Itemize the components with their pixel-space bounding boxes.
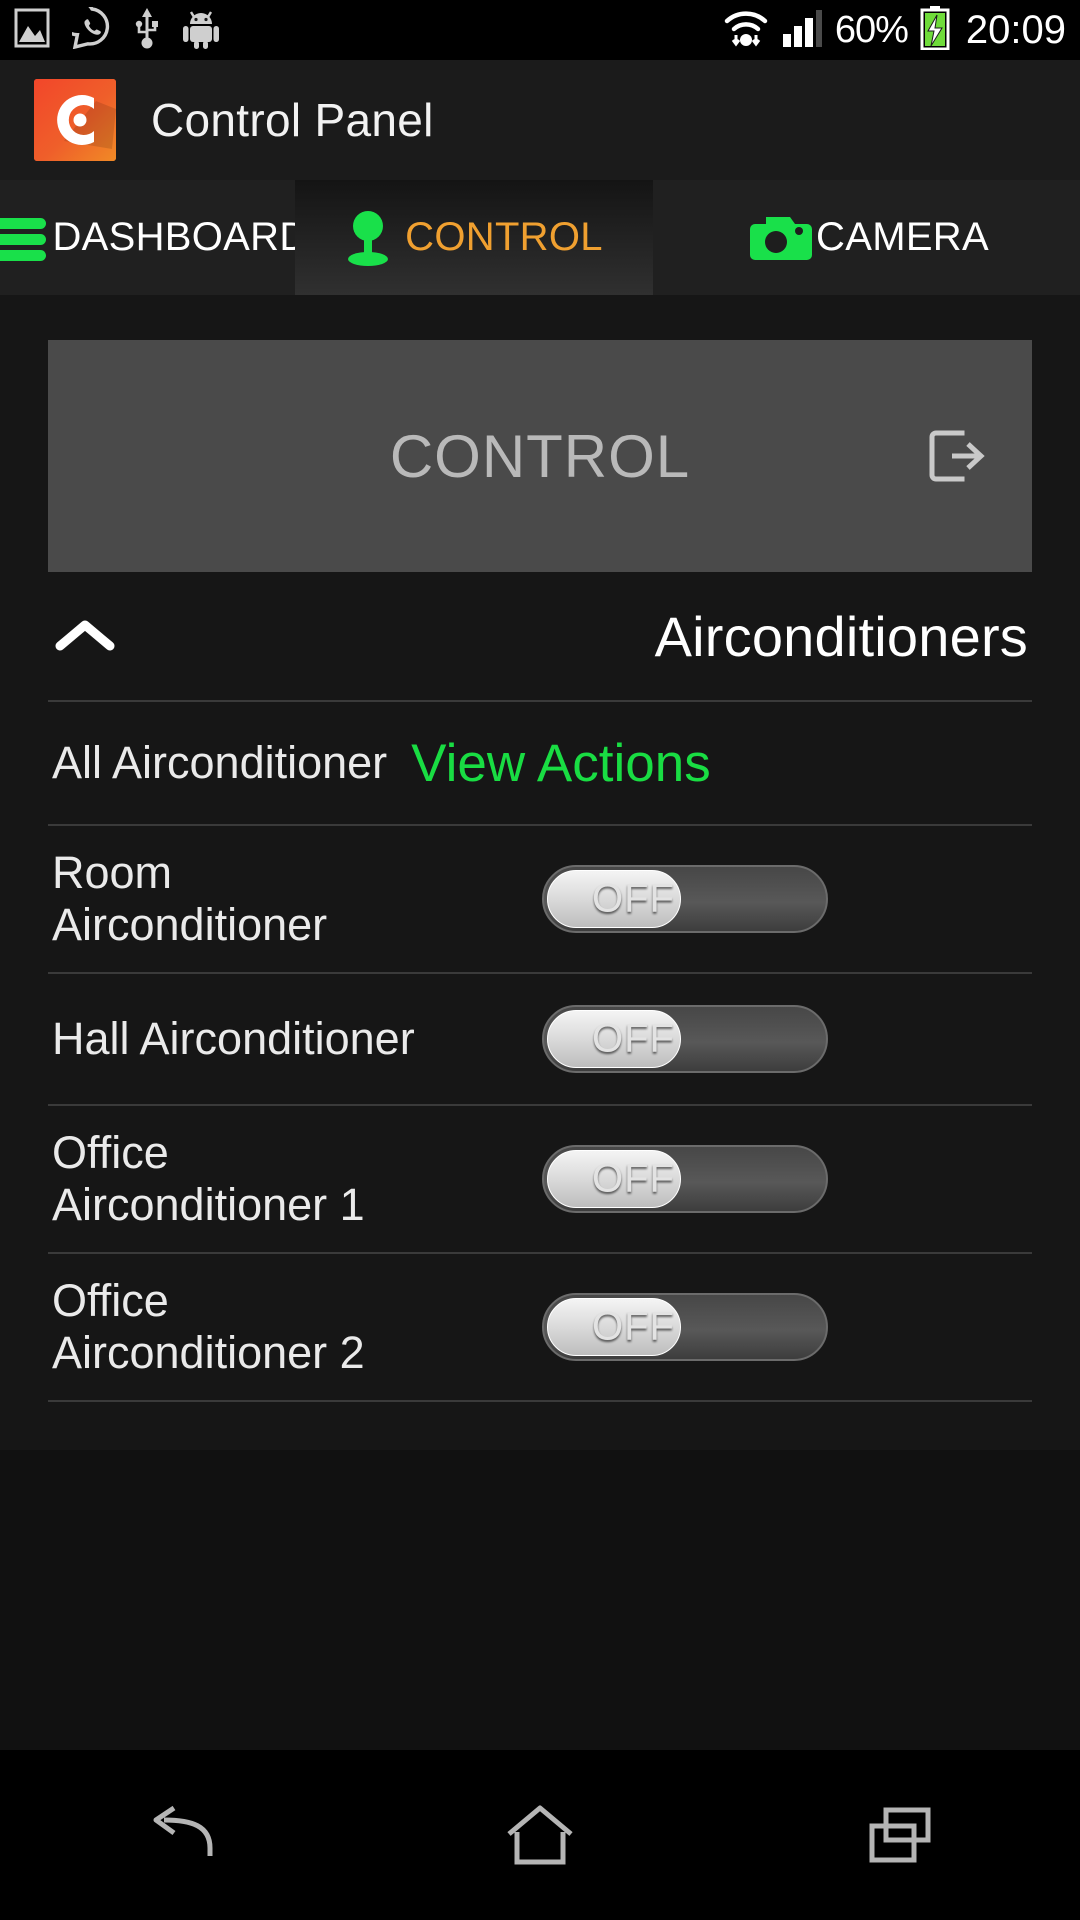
status-bar: 60% 20:09 — [0, 0, 1080, 60]
list-item-label-line2: Airconditioner 1 — [52, 1179, 365, 1230]
toggle-switch-office-airconditioner-2[interactable]: OFF — [542, 1293, 828, 1361]
system-navigation-bar — [0, 1750, 1080, 1920]
tab-camera[interactable]: CAMERA — [653, 180, 1080, 295]
joystick-person-icon — [345, 209, 391, 267]
tab-bar: DASHBOARD CONTROL CAMERA — [0, 180, 1080, 295]
control-panel-banner: CONTROL — [48, 340, 1032, 572]
toggle-wrapper: OFF — [542, 1145, 1028, 1213]
toggle-switch-room-airconditioner[interactable]: OFF — [542, 865, 828, 933]
control-panel-title: CONTROL — [389, 422, 691, 490]
table-row[interactable]: Hall Airconditioner OFF — [48, 974, 1032, 1106]
whatsapp-icon — [58, 0, 112, 54]
hamburger-menu-icon — [0, 212, 52, 264]
list-item-label-line2: Airconditioner — [52, 899, 328, 950]
list-item-label-line1: Room — [52, 847, 173, 899]
usb-icon — [134, 6, 160, 55]
recents-icon[interactable] — [720, 1804, 1080, 1866]
list-item-label: Hall Airconditioner — [52, 1013, 415, 1065]
camera-icon — [744, 211, 813, 265]
toggle-state-label: OFF — [592, 1016, 675, 1061]
back-icon[interactable] — [0, 1804, 360, 1866]
tab-camera-label: CAMERA — [816, 215, 989, 259]
status-bar-left-icons — [14, 0, 220, 55]
toggle-wrapper: OFF — [542, 865, 1028, 933]
screen-root: 60% 20:09 Control Panel DASHBOARD CONTRO… — [0, 0, 1080, 1920]
toggle-switch-hall-airconditioner[interactable]: OFF — [542, 1005, 828, 1073]
tab-dashboard-label: DASHBOARD — [52, 215, 309, 259]
app-logo-icon — [34, 79, 116, 161]
table-row[interactable]: Office Airconditioner 2 OFF — [48, 1254, 1032, 1402]
status-bar-right-icons: 60% 20:09 — [723, 5, 1066, 55]
battery-charging-icon — [920, 5, 950, 55]
content-area: CONTROL Airconditioners All Aircondition… — [0, 295, 1080, 1450]
signal-bars-icon — [781, 7, 823, 54]
wifi-icon — [723, 7, 769, 54]
toggle-state-label: OFF — [592, 876, 675, 921]
clock-label: 20:09 — [965, 7, 1066, 52]
table-row[interactable]: Room Airconditioner OFF — [48, 826, 1032, 974]
list-item-label: Room Airconditioner — [52, 847, 327, 951]
tab-dashboard[interactable]: DASHBOARD — [0, 180, 308, 295]
table-row[interactable]: All Airconditioner View Actions — [48, 702, 1032, 826]
android-icon — [182, 7, 220, 54]
home-icon[interactable] — [360, 1802, 720, 1868]
view-actions-link[interactable]: View Actions — [411, 733, 711, 794]
app-header: Control Panel — [0, 60, 1080, 180]
toggle-state-label: OFF — [592, 1304, 675, 1349]
battery-percent-label: 60% — [834, 8, 909, 51]
toggle-state-label: OFF — [592, 1156, 675, 1201]
list-item-label: Office Airconditioner 2 — [52, 1275, 365, 1379]
list-item-label: All Airconditioner — [52, 737, 388, 789]
section-title: Airconditioners — [654, 604, 1028, 668]
toggle-switch-office-airconditioner-1[interactable]: OFF — [542, 1145, 828, 1213]
chevron-up-icon[interactable] — [52, 611, 118, 661]
table-row[interactable]: Office Airconditioner 1 OFF — [48, 1106, 1032, 1254]
list-item-label: Office Airconditioner 1 — [52, 1127, 365, 1231]
list-item-label-line1: Office — [52, 1127, 169, 1179]
list-item-label-line2: Airconditioner 2 — [52, 1327, 365, 1378]
section-header-airconditioners[interactable]: Airconditioners — [48, 572, 1032, 702]
list-item-label-line1: Office — [52, 1275, 169, 1327]
exit-to-app-icon[interactable] — [926, 425, 988, 487]
page-title: Control Panel — [151, 94, 434, 146]
toggle-wrapper: OFF — [542, 1005, 1028, 1073]
gallery-icon — [14, 8, 50, 53]
tab-control-label: CONTROL — [405, 215, 603, 259]
toggle-wrapper: OFF — [542, 1293, 1028, 1361]
tab-control[interactable]: CONTROL — [295, 180, 653, 295]
